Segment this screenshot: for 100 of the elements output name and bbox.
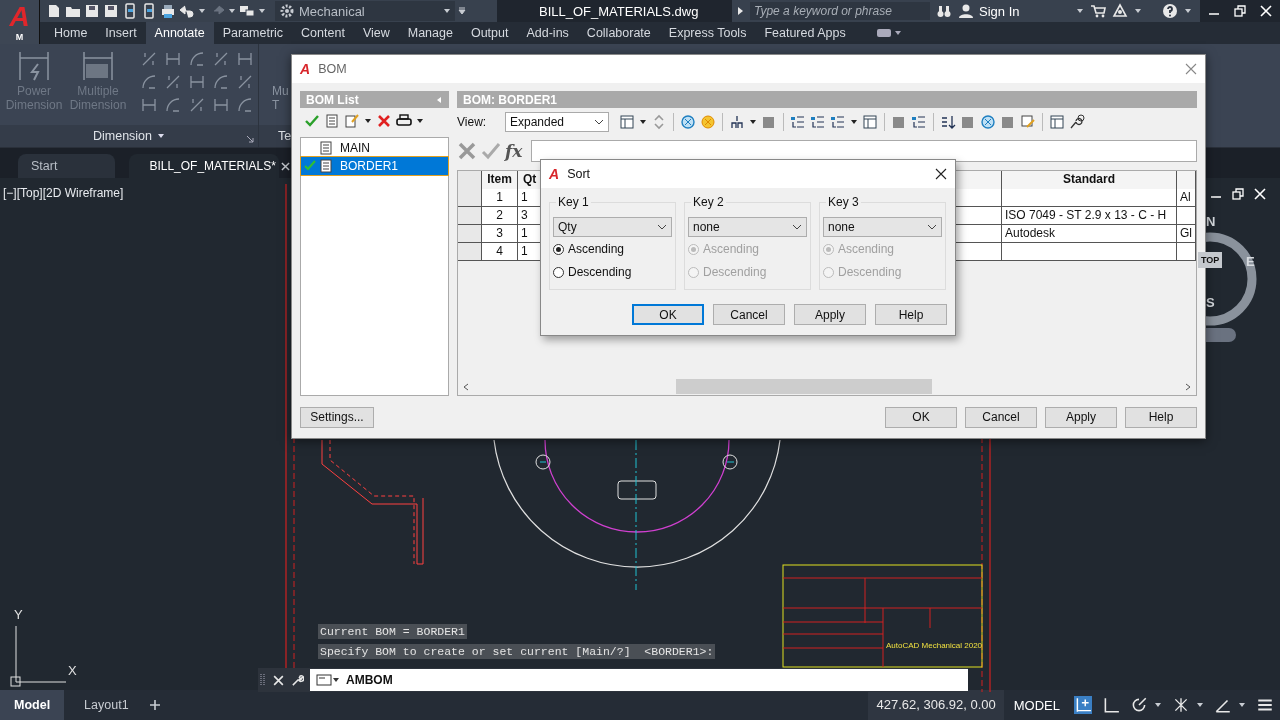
scroll-left-icon[interactable] bbox=[462, 382, 470, 391]
sort-field-dropdown[interactable]: Qty bbox=[553, 217, 672, 237]
file-icon[interactable] bbox=[46, 3, 62, 19]
dialog-button[interactable]: Cancel bbox=[965, 406, 1037, 428]
dimension-tool-icon[interactable] bbox=[164, 96, 182, 114]
ribbon-tab[interactable]: Content bbox=[292, 22, 354, 44]
dimension-tool-icon[interactable] bbox=[236, 50, 254, 68]
polar-icon[interactable] bbox=[1130, 696, 1148, 714]
panel-launcher-icon[interactable] bbox=[246, 135, 254, 143]
view-dropdown[interactable]: Expanded bbox=[505, 112, 609, 132]
grip-icon[interactable] bbox=[260, 672, 266, 688]
tablet-icon[interactable] bbox=[141, 3, 157, 19]
bom-list-item[interactable]: BORDER1 bbox=[301, 157, 448, 175]
document-tab[interactable]: Start bbox=[18, 154, 116, 178]
table-icon[interactable] bbox=[1049, 114, 1065, 130]
coordinates-display[interactable]: 427.62, 306.92, 0.00 bbox=[868, 690, 1004, 720]
zoom-icon[interactable] bbox=[680, 114, 696, 130]
ribbon-tab[interactable]: Add-ins bbox=[517, 22, 578, 44]
model-space-button[interactable]: MODEL bbox=[1009, 697, 1064, 713]
printer-icon[interactable] bbox=[160, 3, 176, 19]
wrench-icon[interactable] bbox=[291, 673, 304, 687]
table-icon[interactable] bbox=[619, 114, 635, 130]
dimension-tool-icon[interactable] bbox=[140, 50, 158, 68]
tablet-icon[interactable] bbox=[122, 3, 138, 19]
checkmark-icon[interactable] bbox=[481, 141, 501, 161]
dimension-tool-icon[interactable] bbox=[212, 96, 230, 114]
restore-icon[interactable] bbox=[1234, 5, 1246, 17]
dialog-button[interactable]: Help bbox=[1125, 406, 1197, 428]
row-header-cell[interactable] bbox=[458, 207, 482, 225]
square-icon[interactable] bbox=[891, 114, 907, 130]
undo-icon[interactable] bbox=[179, 3, 195, 19]
zoom-icon[interactable] bbox=[980, 114, 996, 130]
list-icon[interactable] bbox=[790, 114, 806, 130]
dimension-tool-icon[interactable] bbox=[164, 50, 182, 68]
bom-list-item[interactable]: MAIN bbox=[301, 139, 448, 157]
binoculars-icon[interactable] bbox=[936, 3, 952, 19]
ribbon-tab[interactable]: Output bbox=[461, 22, 518, 44]
sign-in-button[interactable]: Sign In bbox=[958, 3, 1070, 19]
row-header-cell[interactable] bbox=[458, 243, 482, 261]
search-field[interactable]: Type a keyword or phrase bbox=[750, 2, 930, 20]
ribbon-tab[interactable]: Featured Apps bbox=[755, 22, 855, 44]
dimension-tool-icon[interactable] bbox=[188, 96, 206, 114]
dimension-tool-icon[interactable] bbox=[140, 73, 158, 91]
delete-icon[interactable] bbox=[376, 113, 392, 129]
printer-icon[interactable] bbox=[396, 113, 412, 129]
workspace-dropdown[interactable]: Mechanical bbox=[275, 1, 455, 21]
dimension-tool-icon[interactable] bbox=[236, 73, 254, 91]
pencil-icon[interactable] bbox=[1020, 114, 1036, 130]
list-icon[interactable] bbox=[911, 114, 927, 130]
row-header-cell[interactable] bbox=[458, 225, 482, 243]
command-line-field[interactable]: AMBOM bbox=[310, 669, 968, 691]
dimension-tool-icon[interactable] bbox=[140, 96, 158, 114]
snap-icon[interactable] bbox=[1172, 696, 1190, 714]
dimension-tool-icon[interactable] bbox=[212, 50, 230, 68]
dimension-tool-icon[interactable] bbox=[188, 50, 206, 68]
scrollbar-thumb[interactable] bbox=[676, 379, 932, 394]
row-header-cell[interactable] bbox=[458, 189, 482, 207]
dimension-tool-icon[interactable] bbox=[188, 73, 206, 91]
formula-button[interactable]: fx bbox=[505, 141, 527, 161]
ribbon-tab[interactable]: Insert bbox=[96, 22, 146, 44]
square-icon[interactable] bbox=[1000, 114, 1016, 130]
panel-title[interactable]: Dimension bbox=[92, 129, 153, 143]
restore-icon[interactable] bbox=[1232, 188, 1244, 200]
layout-tab[interactable]: Layout1 bbox=[70, 690, 143, 720]
help-icon[interactable] bbox=[1162, 3, 1178, 19]
scroll-right-icon[interactable] bbox=[1184, 382, 1192, 391]
add-layout-icon[interactable] bbox=[148, 699, 161, 711]
ribbon-tab[interactable]: Collaborate bbox=[577, 22, 660, 44]
ribbon-tab[interactable]: Parametric bbox=[213, 22, 293, 44]
dialog-button[interactable]: OK bbox=[885, 406, 957, 428]
layout-tab[interactable]: Model bbox=[0, 690, 65, 720]
document-tab[interactable]: BILL_OF_MATERIALS* bbox=[129, 154, 279, 178]
list-icon[interactable] bbox=[810, 114, 826, 130]
application-menu-button[interactable]: A M bbox=[0, 0, 40, 44]
checkmark-icon[interactable] bbox=[304, 113, 320, 129]
network-triangle-icon[interactable] bbox=[1112, 3, 1128, 19]
table-icon[interactable] bbox=[324, 113, 340, 129]
dialog-button[interactable]: Help bbox=[875, 304, 947, 325]
dimension-tool-icon[interactable] bbox=[212, 73, 230, 91]
windows-icon[interactable] bbox=[239, 3, 255, 19]
cart-icon[interactable] bbox=[1090, 3, 1106, 19]
panel-title[interactable]: Te bbox=[278, 129, 292, 143]
list-icon[interactable] bbox=[830, 114, 846, 130]
dialog-button[interactable]: Apply bbox=[794, 304, 866, 325]
ribbon-tab[interactable]: Annotate bbox=[145, 22, 214, 44]
formula-field[interactable] bbox=[531, 140, 1197, 162]
dialog-button[interactable]: OK bbox=[632, 304, 704, 325]
ribbon-tab[interactable]: Home bbox=[45, 22, 97, 44]
grid-icon[interactable] bbox=[1074, 696, 1092, 714]
ribbon-tab[interactable]: View bbox=[353, 22, 399, 44]
ortho-icon[interactable] bbox=[1102, 696, 1120, 714]
floppy-icon[interactable] bbox=[103, 3, 119, 19]
sort-icon[interactable] bbox=[940, 114, 956, 130]
ribbon-tab[interactable]: Express Tools bbox=[659, 22, 756, 44]
dialog-button[interactable]: Cancel bbox=[713, 304, 785, 325]
table-icon[interactable] bbox=[862, 114, 878, 130]
dialog-button[interactable]: Apply bbox=[1045, 406, 1117, 428]
dimension-tool-icon[interactable] bbox=[236, 96, 254, 114]
dimension-tool-icon[interactable] bbox=[164, 73, 182, 91]
viewport-label[interactable]: [−][Top][2D Wireframe] bbox=[3, 186, 124, 200]
